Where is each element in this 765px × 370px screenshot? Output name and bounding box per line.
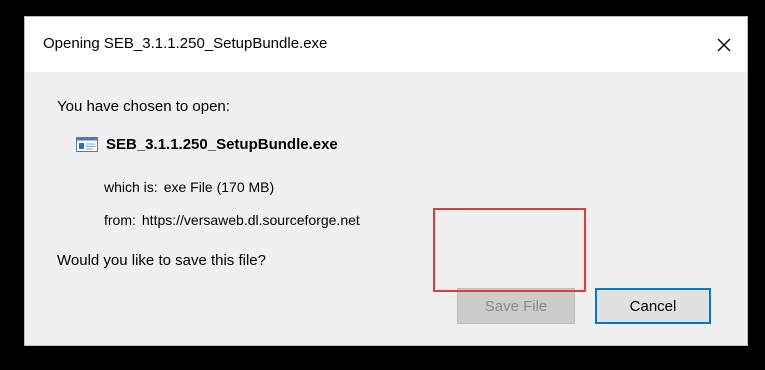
save-file-button[interactable]: Save File — [457, 288, 575, 324]
file-name: SEB_3.1.1.250_SetupBundle.exe — [106, 136, 338, 153]
close-button[interactable] — [701, 17, 747, 72]
file-source-value: https://versaweb.dl.sourceforge.net — [141, 212, 360, 228]
open-prompt: You have chosen to open: — [57, 98, 230, 115]
file-type-value: exe File (170 MB) — [163, 179, 275, 195]
screen-background: Opening SEB_3.1.1.250_SetupBundle.exe Yo… — [0, 0, 765, 370]
file-type-row: which is: exe File (170 MB) — [104, 179, 274, 195]
cancel-button[interactable]: Cancel — [595, 288, 711, 324]
dialog-titlebar: Opening SEB_3.1.1.250_SetupBundle.exe — [25, 17, 747, 72]
file-type-label: which is: — [104, 179, 158, 195]
file-row: SEB_3.1.1.250_SetupBundle.exe — [76, 136, 338, 153]
dialog-title: Opening SEB_3.1.1.250_SetupBundle.exe — [43, 35, 328, 52]
save-question: Would you like to save this file? — [57, 252, 266, 269]
close-icon — [717, 38, 731, 51]
download-dialog: Opening SEB_3.1.1.250_SetupBundle.exe Yo… — [24, 16, 748, 346]
dialog-body: You have chosen to open: SEB_3.1.1.250_S… — [25, 72, 747, 345]
exe-file-icon — [76, 137, 98, 152]
file-source-label: from: — [104, 212, 136, 228]
file-source-row: from: https://versaweb.dl.sourceforge.net — [104, 212, 360, 228]
